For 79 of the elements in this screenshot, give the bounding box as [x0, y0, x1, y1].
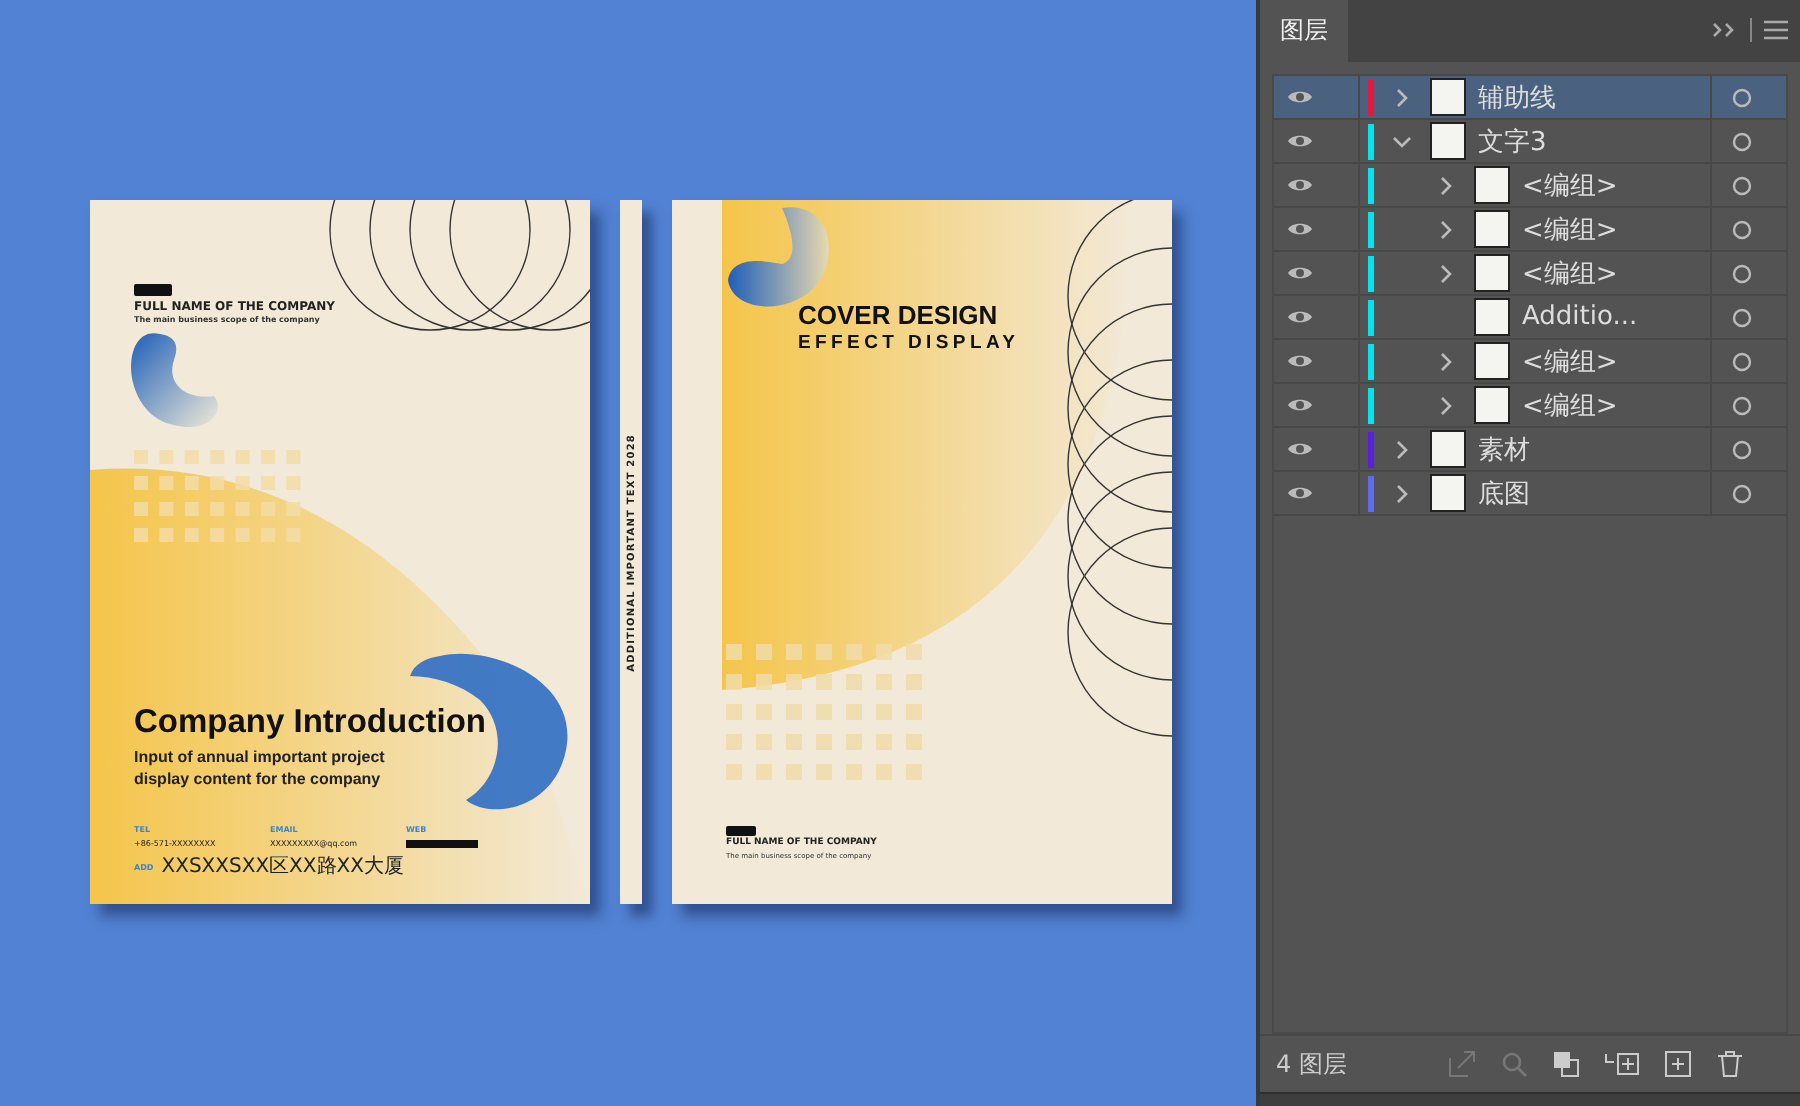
target-circle-icon[interactable] — [1732, 131, 1752, 151]
target-circle-icon[interactable] — [1732, 395, 1752, 415]
eye-icon[interactable] — [1286, 308, 1314, 326]
eye-icon[interactable] — [1286, 176, 1314, 194]
logo-bar — [726, 826, 756, 836]
logo-bar — [134, 284, 172, 296]
layer-row[interactable]: 底图 — [1274, 472, 1786, 516]
layer-thumbnail — [1430, 78, 1466, 116]
eye-icon[interactable] — [1286, 132, 1314, 150]
layer-thumbnail — [1474, 210, 1510, 248]
layer-thumbnail — [1430, 430, 1466, 468]
menu-icon[interactable] — [1764, 20, 1788, 40]
layer-thumbnail — [1474, 342, 1510, 380]
cover-subtitle: display content for the company — [134, 769, 383, 790]
layer-thumbnail — [1430, 122, 1466, 160]
layer-name: <编组> — [1522, 169, 1618, 203]
double-chevron-icon[interactable] — [1710, 20, 1738, 40]
new-sublayer-icon[interactable] — [1604, 1050, 1640, 1078]
target-circle-icon[interactable] — [1732, 307, 1752, 327]
layer-thumbnail — [1474, 386, 1510, 424]
eye-icon[interactable] — [1286, 88, 1314, 106]
layer-row[interactable]: 辅助线 — [1274, 76, 1786, 120]
target-circle-icon[interactable] — [1732, 219, 1752, 239]
layer-row[interactable]: <编组> — [1274, 208, 1786, 252]
layer-name: <编组> — [1522, 389, 1618, 423]
clip-mask-icon[interactable] — [1552, 1050, 1580, 1078]
cover-subtitle: Input of annual important project — [134, 748, 385, 769]
chevron-right-icon[interactable] — [1394, 483, 1410, 503]
layer-row[interactable]: <编组> — [1274, 384, 1786, 428]
layer-row[interactable]: Additio... — [1274, 296, 1786, 340]
layer-name: 文字3 — [1478, 125, 1547, 159]
layer-name: Additio... — [1522, 302, 1638, 332]
layer-name: 素材 — [1478, 433, 1530, 467]
chevron-right-icon[interactable] — [1394, 87, 1410, 107]
chevron-right-icon[interactable] — [1438, 395, 1454, 415]
swirl-shape — [728, 207, 829, 307]
chevron-right-icon[interactable] — [1438, 175, 1454, 195]
chevron-down-icon[interactable] — [1392, 133, 1412, 149]
layer-name: 底图 — [1478, 477, 1530, 511]
target-circle-icon[interactable] — [1732, 263, 1752, 283]
layer-thumbnail — [1474, 298, 1510, 336]
layer-name: <编组> — [1522, 345, 1618, 379]
eye-icon[interactable] — [1286, 484, 1314, 502]
layer-row[interactable]: <编组> — [1274, 252, 1786, 296]
new-layer-icon[interactable] — [1664, 1050, 1692, 1078]
chevron-right-icon[interactable] — [1394, 439, 1410, 459]
layer-name: 辅助线 — [1478, 81, 1556, 115]
layer-thumbnail — [1430, 474, 1466, 512]
layer-row[interactable]: 素材 — [1274, 428, 1786, 472]
layer-thumbnail — [1474, 166, 1510, 204]
target-circle-icon[interactable] — [1732, 351, 1752, 371]
eye-icon[interactable] — [1286, 264, 1314, 282]
cover-title: Company Introduction — [134, 704, 486, 742]
eye-icon[interactable] — [1286, 396, 1314, 414]
target-circle-icon[interactable] — [1732, 439, 1752, 459]
chevron-right-icon[interactable] — [1438, 263, 1454, 283]
eye-icon[interactable] — [1286, 220, 1314, 238]
target-circle-icon[interactable] — [1732, 87, 1752, 107]
swirl-shape — [131, 333, 218, 428]
layer-row[interactable]: <编组> — [1274, 164, 1786, 208]
layer-row[interactable]: <编组> — [1274, 340, 1786, 384]
resize-grip[interactable] — [1260, 1092, 1800, 1106]
target-circle-icon[interactable] — [1732, 175, 1752, 195]
layer-count: 4 图层 — [1276, 1047, 1347, 1081]
address-value: XXSXXSXX区XX路XX大厦 — [161, 853, 404, 880]
cover-subtitle: EFFECT DISPLAY — [798, 332, 1020, 354]
layer-row[interactable]: 文字3 — [1274, 120, 1786, 164]
chevron-right-icon[interactable] — [1438, 219, 1454, 239]
chevron-right-icon[interactable] — [1438, 351, 1454, 371]
layers-tab[interactable]: 图层 — [1260, 0, 1348, 62]
eye-icon[interactable] — [1286, 440, 1314, 458]
eye-icon[interactable] — [1286, 352, 1314, 370]
trash-icon[interactable] — [1716, 1050, 1744, 1078]
cover-title: COVER DESIGN — [798, 300, 998, 330]
redacted-bar — [406, 840, 478, 848]
target-circle-icon[interactable] — [1732, 483, 1752, 503]
layer-thumbnail — [1474, 254, 1510, 292]
layer-name: <编组> — [1522, 257, 1618, 291]
layer-name: <编组> — [1522, 213, 1618, 247]
